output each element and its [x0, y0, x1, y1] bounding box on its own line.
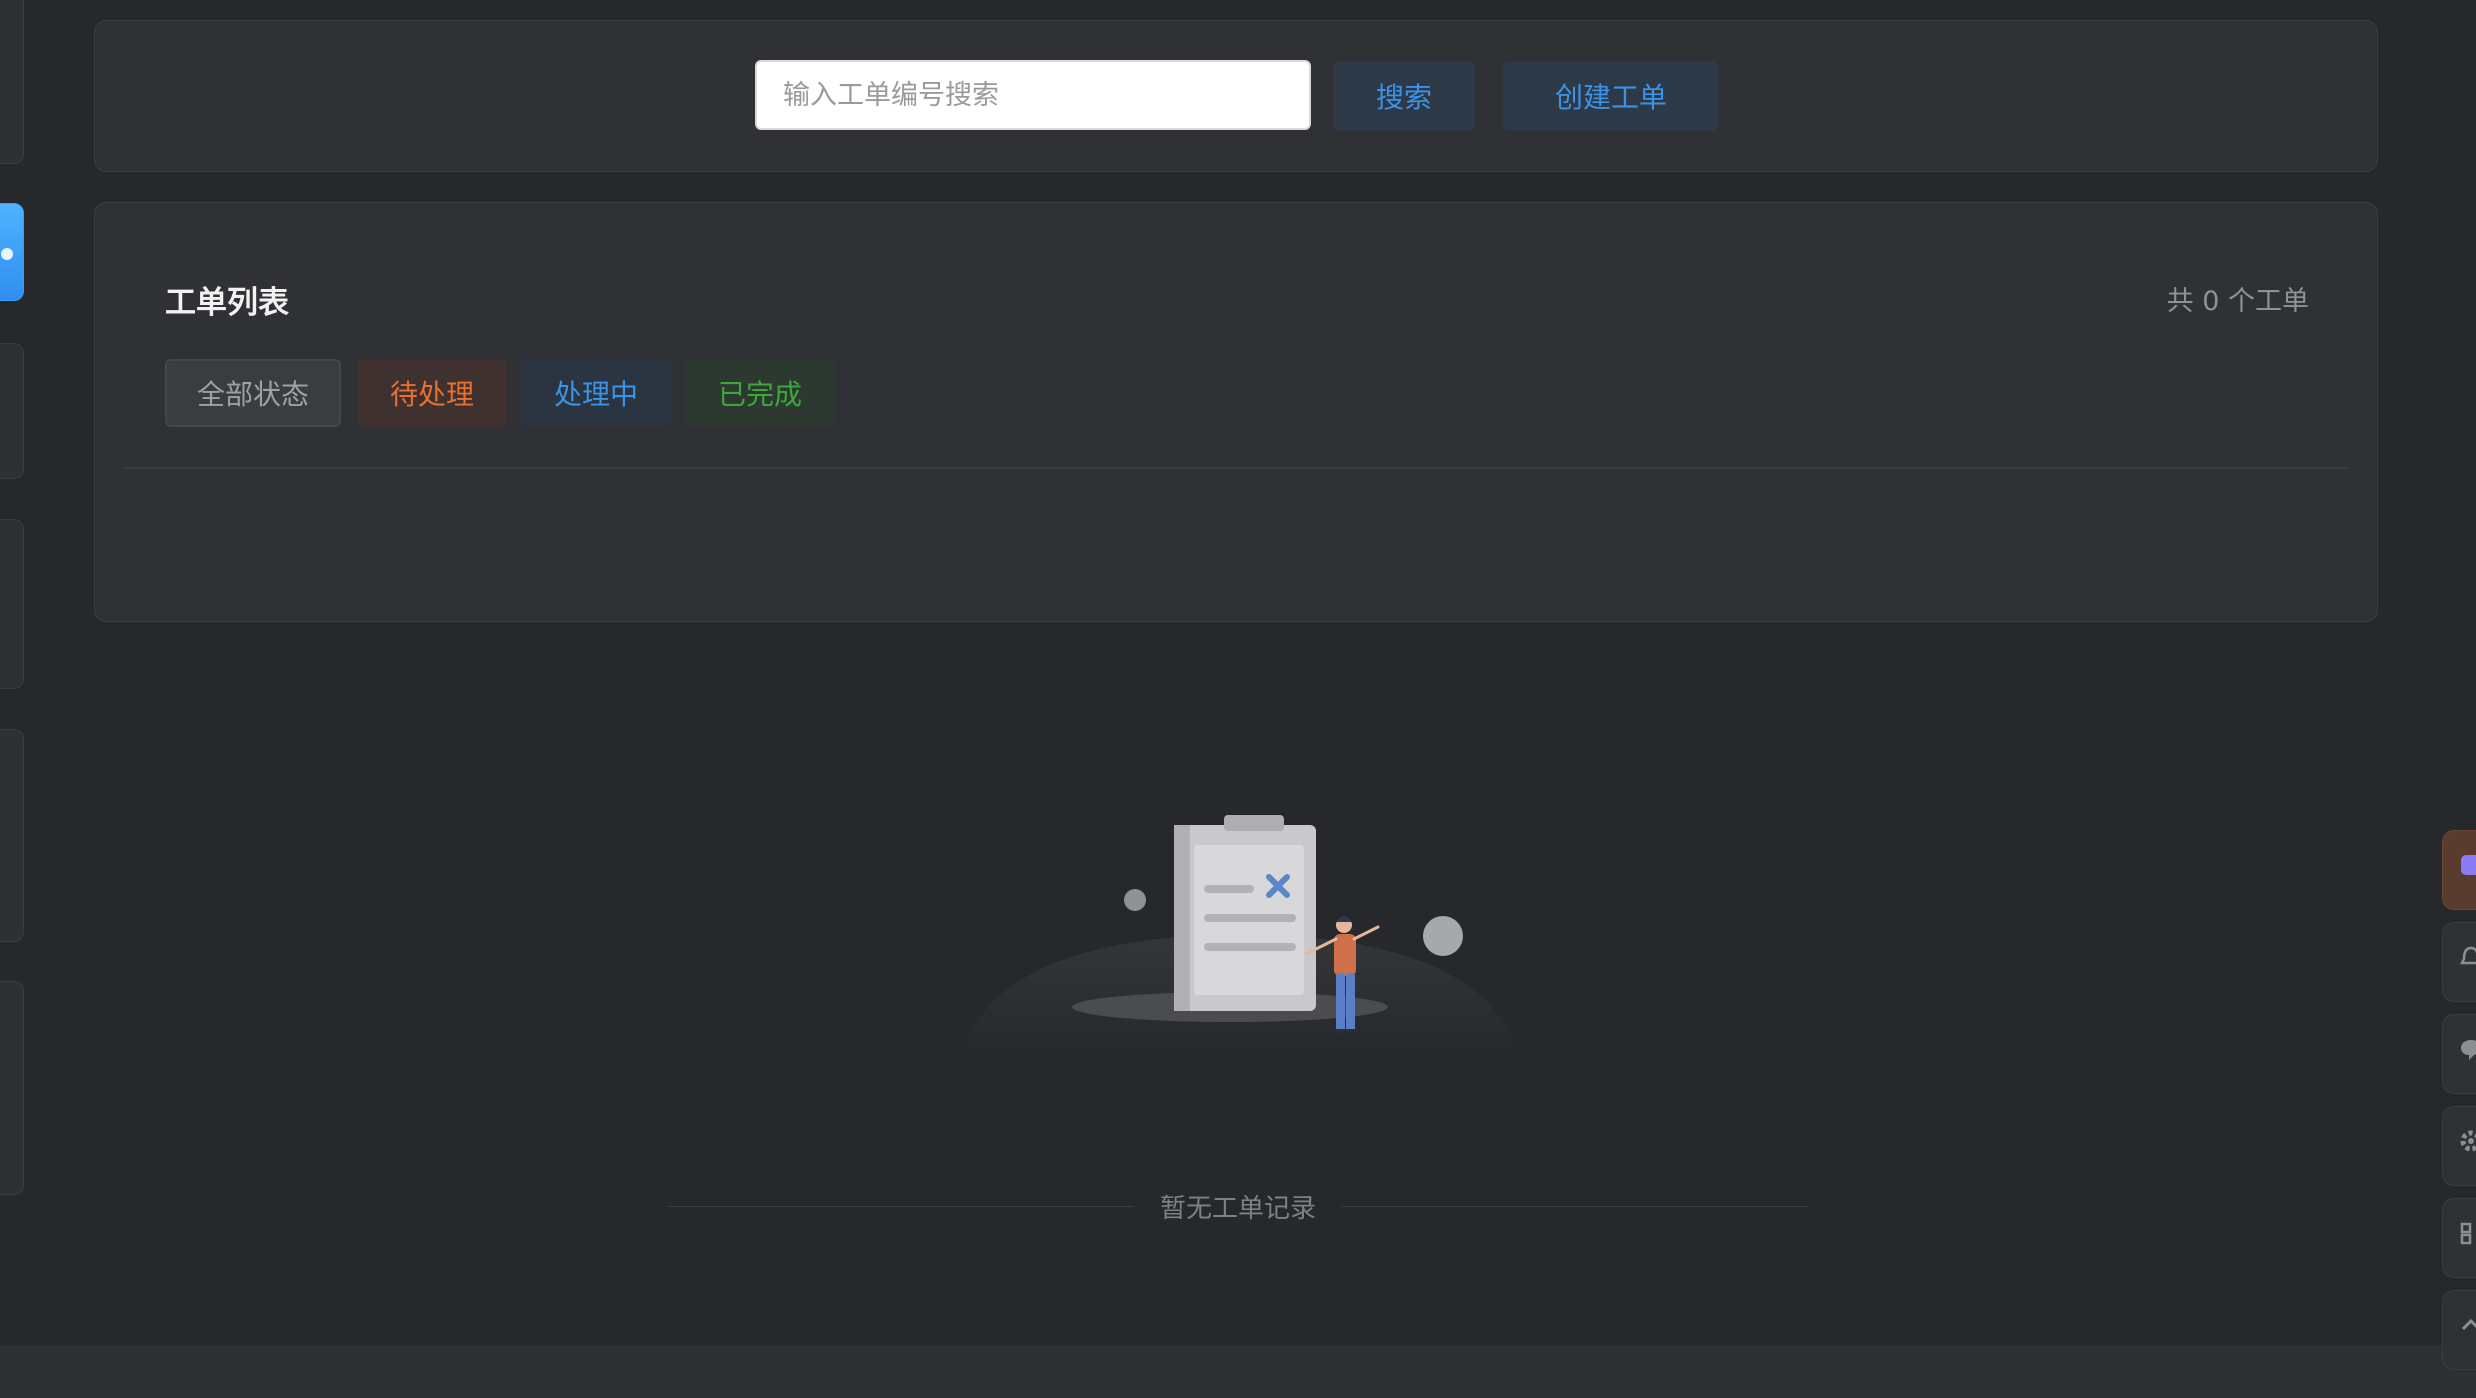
left-rail: [0, 0, 24, 1345]
left-rail-tab[interactable]: [0, 343, 24, 479]
notification-button[interactable]: [2442, 922, 2476, 1002]
left-rail-tab[interactable]: [0, 0, 24, 164]
bottom-bar: [0, 1345, 2476, 1398]
settings-icon: [2460, 1130, 2476, 1152]
settings-button[interactable]: [2442, 1106, 2476, 1186]
divider: [668, 1205, 1134, 1207]
left-rail-tab-active[interactable]: [0, 203, 24, 301]
clipboard-person-illustration: [960, 815, 1520, 1055]
filter-pending[interactable]: 待处理: [357, 359, 507, 427]
empty-state-message: 暂无工单记录: [1160, 1193, 1317, 1224]
active-indicator-icon: [1, 248, 13, 260]
divider: [1342, 1205, 1809, 1207]
small-sphere-icon: [1124, 889, 1146, 911]
ticket-list-card: 工单列表 共 0 个工单 全部状态 待处理 处理中 已完成: [94, 202, 2378, 622]
grid-icon: [2460, 1222, 2472, 1245]
left-rail-tab[interactable]: [0, 729, 24, 942]
brand-icon: [2461, 855, 2476, 875]
ticket-list-title: 工单列表: [165, 285, 289, 321]
chevron-up-icon: [2461, 1318, 2476, 1331]
scroll-top-button[interactable]: [2442, 1290, 2476, 1370]
large-sphere-icon: [1423, 916, 1463, 956]
brand-button[interactable]: [2442, 830, 2476, 910]
clipboard-clip: [1224, 815, 1284, 831]
create-ticket-button[interactable]: 创建工单: [1503, 61, 1719, 131]
filter-completed[interactable]: 已完成: [685, 359, 835, 427]
divider: [123, 467, 2349, 469]
filter-all-status[interactable]: 全部状态: [165, 359, 341, 427]
left-rail-tab[interactable]: [0, 981, 24, 1195]
empty-state: 暂无工单记录: [668, 1188, 1809, 1224]
chat-icon: [2461, 1040, 2476, 1060]
search-card: 搜索 创建工单: [94, 20, 2378, 172]
right-rail: [2442, 0, 2476, 1398]
ticket-count: 共 0 个工单: [2166, 286, 2309, 317]
chat-button[interactable]: [2442, 1014, 2476, 1094]
search-button[interactable]: 搜索: [1333, 61, 1475, 131]
bell-icon: [2459, 946, 2476, 965]
grid-button[interactable]: [2442, 1198, 2476, 1278]
filter-processing[interactable]: 处理中: [521, 359, 671, 427]
ticket-search-input[interactable]: [755, 60, 1311, 130]
left-rail-tab[interactable]: [0, 519, 24, 689]
